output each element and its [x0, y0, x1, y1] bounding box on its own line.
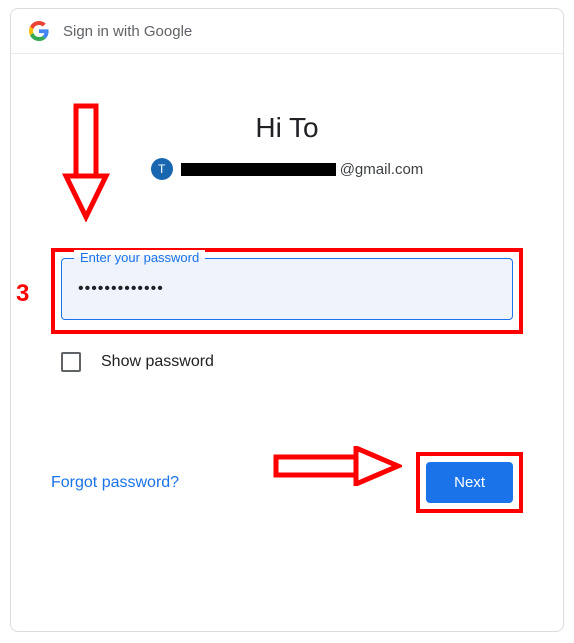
show-password-checkbox[interactable]	[61, 352, 81, 372]
annotation-arrow-right-icon	[272, 446, 402, 486]
annotation-step-number: 3	[16, 280, 29, 308]
avatar: T	[151, 158, 173, 180]
card-header: Sign in with Google	[11, 9, 563, 54]
show-password-row: Show password	[61, 352, 523, 372]
email-domain: @gmail.com	[340, 161, 424, 178]
password-label: Enter your password	[74, 250, 205, 265]
next-button[interactable]: Next	[426, 462, 513, 503]
password-field[interactable]: Enter your password	[61, 258, 513, 320]
show-password-label: Show password	[101, 353, 214, 371]
password-input[interactable]	[78, 280, 496, 298]
email-redacted	[181, 163, 336, 176]
greeting-text: Hi To	[51, 112, 523, 144]
account-chip[interactable]: T @gmail.com	[151, 158, 424, 180]
annotation-arrow-down-icon	[62, 102, 110, 222]
forgot-password-link[interactable]: Forgot password?	[51, 474, 179, 492]
header-title: Sign in with Google	[63, 23, 192, 40]
annotation-box-next: Next	[416, 452, 523, 513]
annotation-box-password: Enter your password	[51, 248, 523, 334]
google-logo-icon	[29, 21, 49, 41]
